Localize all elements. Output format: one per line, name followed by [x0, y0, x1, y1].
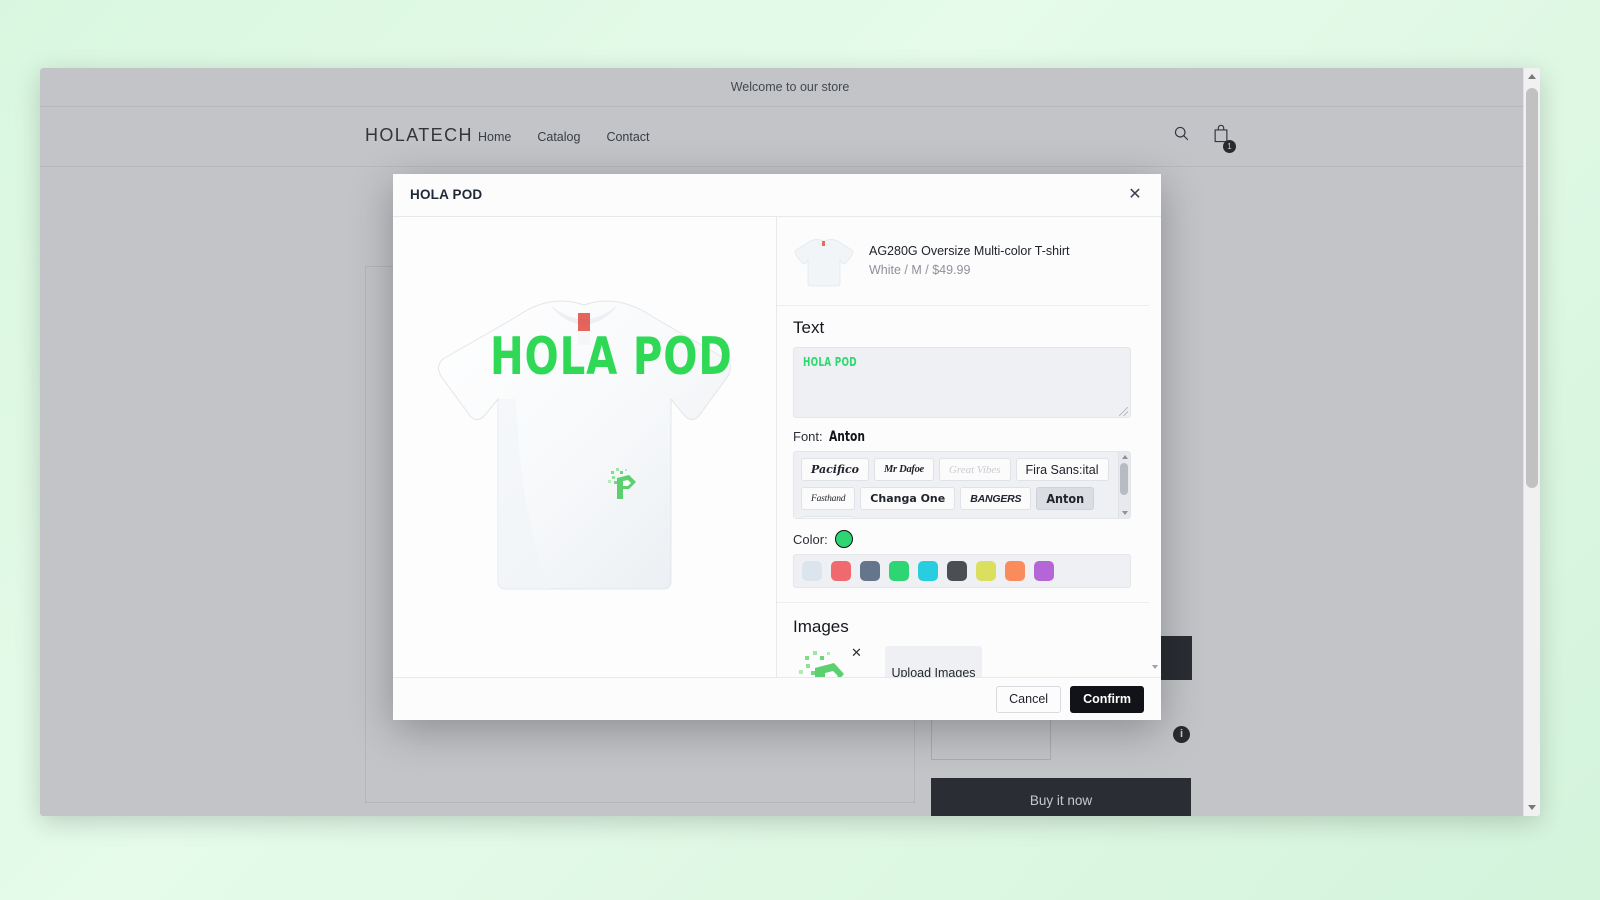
text-section: Text HOLA POD Font: Anton Pacifico Mr Daf… [777, 306, 1149, 588]
design-preview-pane[interactable]: HOLA POD [393, 217, 777, 677]
color-swatch-3[interactable] [889, 561, 909, 581]
product-meta: AG280G Oversize Multi-color T-shirt Whit… [869, 242, 1070, 280]
store-nav: Home Catalog Contact [478, 130, 650, 144]
color-label-row: Color: [793, 530, 1133, 548]
font-option-anton[interactable]: Anton [1036, 487, 1095, 510]
color-swatch-4[interactable] [918, 561, 938, 581]
close-icon[interactable]: ✕ [1123, 183, 1147, 207]
cart-icon[interactable]: 1 [1212, 124, 1236, 153]
store-logo[interactable]: HOLATECH [365, 125, 473, 146]
font-option-fira-sans-ital[interactable]: Fira Sans:ital [1015, 458, 1109, 481]
font-option-fasthand[interactable]: Fasthand [801, 487, 856, 510]
product-variant: White / M / $49.99 [869, 263, 971, 277]
search-icon[interactable] [1173, 125, 1190, 147]
quantity-selector[interactable] [931, 714, 1051, 760]
browser-window: Welcome to our store HOLATECH Home Catal… [40, 68, 1540, 816]
design-text-input[interactable]: HOLA POD [793, 347, 1131, 418]
color-label: Color: [793, 531, 828, 547]
page-scrollbar[interactable] [1523, 68, 1540, 816]
font-scroll-down-arrow [1121, 511, 1128, 515]
nav-item-catalog[interactable]: Catalog [537, 130, 580, 144]
uploaded-image-item[interactable]: ✕ [793, 646, 862, 677]
color-swatch-tray[interactable] [793, 554, 1131, 588]
customizer-modal: HOLA POD ✕ HOLA POD AG280G Oversize Mult… [393, 174, 1161, 720]
font-option-label: BANGERS [970, 492, 1022, 505]
textarea-resize-grip[interactable] [1119, 407, 1128, 416]
confirm-button[interactable]: Confirm [1070, 685, 1144, 713]
upload-images-button[interactable]: Upload Images [885, 646, 982, 677]
announcement-bar: Welcome to our store [40, 68, 1540, 107]
color-swatch-1[interactable] [831, 561, 851, 581]
product-name: AG280G Oversize Multi-color T-shirt [869, 244, 1070, 259]
font-list-scrollbar[interactable] [1118, 452, 1130, 518]
header-icons: 1 [1173, 124, 1236, 153]
font-option-label: Fasthand [811, 493, 846, 504]
store-header: HOLATECH Home Catalog Contact 1 [40, 107, 1540, 167]
font-option-label: Great Vibes [948, 463, 1001, 476]
uploaded-logo-image [799, 651, 844, 677]
color-swatch-7[interactable] [1005, 561, 1025, 581]
modal-header: HOLA POD ✕ [393, 174, 1161, 217]
product-summary: AG280G Oversize Multi-color T-shirt Whit… [777, 217, 1149, 306]
color-selected-indicator [834, 530, 853, 548]
scroll-up-arrow[interactable] [1524, 68, 1540, 85]
font-selected-value: Anton [828, 429, 865, 445]
color-swatch-2[interactable] [860, 561, 880, 581]
remove-image-icon[interactable]: ✕ [851, 646, 862, 659]
uploaded-images-row: ✕ Upload Images [793, 646, 1133, 677]
font-option-label: Anton [1046, 491, 1085, 506]
font-option-bangers[interactable]: BANGERS [960, 487, 1032, 510]
font-option-alkatra[interactable]: Alkatra [801, 516, 856, 518]
buy-it-now-button[interactable]: Buy it now [931, 778, 1191, 816]
design-text-value: HOLA POD [803, 355, 857, 369]
color-swatch-0[interactable] [802, 561, 822, 581]
design-editor-pane: AG280G Oversize Multi-color T-shirt Whit… [777, 217, 1161, 677]
font-label-row: Font: Anton [793, 429, 1133, 445]
font-scroll-up-arrow [1121, 455, 1128, 459]
preview-print-text: HOLA POD [490, 327, 733, 387]
font-option-pacifico[interactable]: Pacifico [801, 458, 870, 481]
scroll-down-arrow[interactable] [1524, 799, 1540, 816]
modal-body: HOLA POD AG280G Oversize Multi-color T-s… [393, 217, 1161, 677]
font-option-mr-dafoe[interactable]: Mr Dafoe [874, 458, 934, 481]
product-thumbnail-image [794, 239, 854, 287]
font-option-great-vibes[interactable]: Great Vibes [938, 458, 1011, 481]
images-section: Images ✕ Upload Images [777, 602, 1149, 677]
modal-footer: Cancel Confirm [393, 677, 1161, 720]
modal-title: HOLA POD [410, 187, 483, 202]
font-label: Font: [793, 429, 823, 444]
nav-item-contact[interactable]: Contact [606, 130, 649, 144]
color-swatch-6[interactable] [976, 561, 996, 581]
editor-scroll-down-arrow [1152, 665, 1158, 669]
color-swatch-8[interactable] [1034, 561, 1054, 581]
editor-scroll-area: AG280G Oversize Multi-color T-shirt Whit… [777, 217, 1149, 677]
font-option-changa-one[interactable]: Changa One [860, 487, 956, 510]
font-option-label: Changa One [870, 492, 946, 505]
font-option-label: Fira Sans:ital [1025, 462, 1099, 477]
font-picker[interactable]: Pacifico Mr Dafoe Great Vibes Fira Sans:ita… [793, 451, 1131, 519]
font-scroll-thumb[interactable] [1120, 463, 1128, 495]
preview-logo-image [608, 468, 636, 499]
color-swatch-5[interactable] [947, 561, 967, 581]
font-option-label: Pacifico [811, 463, 860, 476]
info-icon[interactable]: i [1173, 726, 1190, 743]
page-scroll-thumb[interactable] [1526, 88, 1538, 488]
text-section-heading: Text [793, 318, 825, 337]
editor-scrollbar[interactable] [1149, 217, 1161, 677]
nav-item-home[interactable]: Home [478, 130, 511, 144]
cart-count-badge: 1 [1223, 140, 1236, 153]
images-section-heading: Images [793, 617, 849, 636]
cancel-button[interactable]: Cancel [996, 685, 1062, 713]
font-option-label: Mr Dafoe [884, 464, 924, 475]
